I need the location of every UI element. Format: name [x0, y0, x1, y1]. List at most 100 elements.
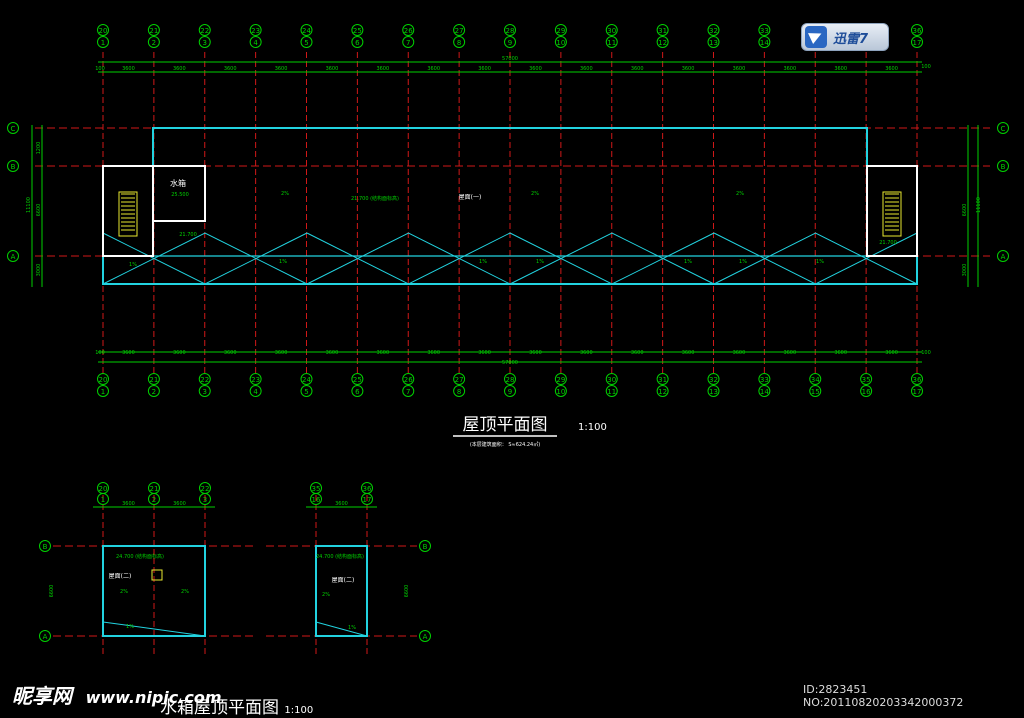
bottom-axis-inner-6-label: 6 — [355, 388, 360, 396]
end-dim-left: 100 — [95, 66, 105, 72]
sub-left-axis-inner-0-label: 1 — [101, 496, 105, 504]
thunder-badge[interactable]: 迅雷7 — [801, 23, 889, 51]
sub-title-scale: 1:100 — [284, 705, 314, 716]
bay-dim-top-9: 3600 — [529, 66, 542, 72]
bay-dim-top-8: 3600 — [478, 66, 491, 72]
top-axis-outer-1-label: 20 — [99, 27, 108, 35]
right-dim-3: 3000 — [962, 264, 968, 277]
left-dim-1: 1200 — [36, 142, 42, 155]
bottom-axis-outer-12-label: 31 — [658, 376, 667, 384]
top-axis-inner-14-label: 14 — [760, 39, 769, 47]
bottom-axis-outer-10-label: 29 — [556, 376, 565, 384]
sub-left-height: 6600 — [49, 585, 55, 598]
roof-plan: 2012012122122232232342342452452562562672… — [7, 24, 1009, 448]
sub-left-slope-a: 2% — [120, 589, 128, 595]
bottom-axis-inner-12-label: 12 — [658, 388, 667, 396]
bottom-axis-inner-11-label: 11 — [607, 388, 616, 396]
right-axis-C-label: C — [1001, 125, 1006, 133]
bay-dim-top-13: 3600 — [733, 66, 746, 72]
bottom-axis-inner-2-label: 2 — [152, 388, 156, 396]
sub-right-axis-outer-1-label: 36 — [363, 485, 372, 493]
right-dim-2: 6600 — [962, 204, 968, 217]
sub-right-dim-0: 3600 — [335, 501, 348, 507]
bottom-axis-inner-8-label: 8 — [457, 388, 461, 396]
top-axis-outer-9-label: 28 — [506, 27, 515, 35]
bottom-axis-inner-14-label: 14 — [760, 388, 769, 396]
bottom-axis-outer-13-label: 32 — [709, 376, 718, 384]
bottom-axis-outer-9-label: 28 — [506, 376, 515, 384]
slope-1-0: 1% — [129, 262, 137, 268]
main-scale: 1:100 — [578, 422, 607, 433]
bay-dim-bottom-13: 3600 — [733, 350, 746, 356]
top-axis-outer-7-label: 26 — [404, 27, 413, 35]
main-title: 屋顶平面图 — [463, 415, 548, 435]
stair-level-left: 21.700 — [179, 232, 197, 238]
top-axis-outer-2-label: 21 — [149, 27, 158, 35]
stair-level-right: 21.700 — [879, 240, 897, 246]
slope-2-1: 2% — [531, 191, 539, 197]
end-dim-left-bottom: 100 — [95, 350, 105, 356]
bay-dim-top-14: 3600 — [783, 66, 796, 72]
sub-right-roof-label: 屋面(二) — [332, 577, 355, 584]
sub-left-slope-c: 1% — [126, 624, 134, 630]
top-axis-inner-8-label: 8 — [457, 39, 461, 47]
end-dim-right: 100 — [921, 64, 931, 70]
bottom-axis-outer-4-label: 23 — [251, 376, 260, 384]
bay-dim-bottom-4: 3600 — [275, 350, 288, 356]
sub-title: 水箱屋顶平面图 1:100 — [160, 693, 313, 718]
bay-dim-bottom-11: 3600 — [631, 350, 644, 356]
watermark-site: 昵享网 — [12, 684, 72, 708]
bay-dim-bottom-5: 3600 — [326, 350, 339, 356]
bottom-axis-outer-2-label: 21 — [149, 376, 158, 384]
bay-dim-top-4: 3600 — [275, 66, 288, 72]
bottom-axis-inner-9-label: 9 — [508, 388, 512, 396]
bottom-axis-outer-14-label: 33 — [760, 376, 769, 384]
sub-left-axis-A-label: A — [43, 633, 48, 641]
top-axis-inner-6-label: 6 — [355, 39, 360, 47]
bottom-axis-outer-8-label: 27 — [455, 376, 464, 384]
top-axis-inner-5-label: 5 — [304, 39, 308, 47]
left-dim-2: 6600 — [36, 204, 42, 217]
top-axis-inner-11-label: 11 — [607, 39, 616, 47]
sub-left-level: 24.700 (结构面标高) — [116, 553, 164, 560]
left-axis-B-label: B — [11, 163, 16, 171]
sub-right-axis-inner-0-label: 16 — [312, 496, 321, 504]
left-dim-3: 3000 — [36, 264, 42, 277]
top-axis-outer-6-label: 25 — [353, 27, 362, 35]
water-tank-label: 水箱 — [170, 178, 186, 188]
bottom-axis-outer-16-label: 35 — [862, 376, 871, 384]
bay-dim-bottom-6: 3600 — [376, 350, 389, 356]
top-axis-inner-1-label: 1 — [101, 39, 105, 47]
slope-1-2: 1% — [479, 259, 487, 265]
end-dim-right-bottom: 100 — [921, 350, 931, 356]
top-axis-inner-7-label: 7 — [406, 39, 410, 47]
top-axis-outer-17-label: 36 — [913, 27, 922, 35]
top-axis-outer-5-label: 24 — [302, 27, 311, 35]
bottom-axis-inner-15-label: 15 — [811, 388, 820, 396]
bottom-axis-outer-7-label: 26 — [404, 376, 413, 384]
bottom-axis-outer-5-label: 24 — [302, 376, 311, 384]
top-axis-outer-4-label: 23 — [251, 27, 260, 35]
bay-dim-top-6: 3600 — [376, 66, 389, 72]
bay-dim-top-1: 3600 — [122, 66, 135, 72]
top-axis-outer-11-label: 30 — [607, 27, 616, 35]
bay-dim-top-5: 3600 — [326, 66, 339, 72]
sub-left-roof-label: 屋面(二) — [109, 573, 132, 580]
bay-dim-top-12: 3600 — [682, 66, 695, 72]
sub-right-axis-outer-0-label: 35 — [312, 485, 321, 493]
bottom-axis-outer-17-label: 36 — [913, 376, 922, 384]
sub-left-axis-outer-2-label: 22 — [201, 485, 210, 493]
top-axis-outer-13-label: 32 — [709, 27, 718, 35]
sub-right-slope-a: 2% — [322, 592, 330, 598]
sub-right-gutter — [315, 621, 368, 637]
top-axis-outer-3-label: 22 — [200, 27, 209, 35]
sub-left-dim-0: 3600 — [122, 501, 135, 507]
slope-1-4: 1% — [684, 259, 692, 265]
bottom-axis-inner-16-label: 16 — [862, 388, 871, 396]
thunder-bird-icon — [805, 26, 827, 48]
sub-left-axis-B-label: B — [43, 543, 48, 551]
bottom-axis-inner-10-label: 10 — [556, 388, 565, 396]
bay-dim-bottom-8: 3600 — [478, 350, 491, 356]
badge-label: 迅雷7 — [833, 31, 869, 47]
top-axis-inner-12-label: 12 — [658, 39, 667, 47]
